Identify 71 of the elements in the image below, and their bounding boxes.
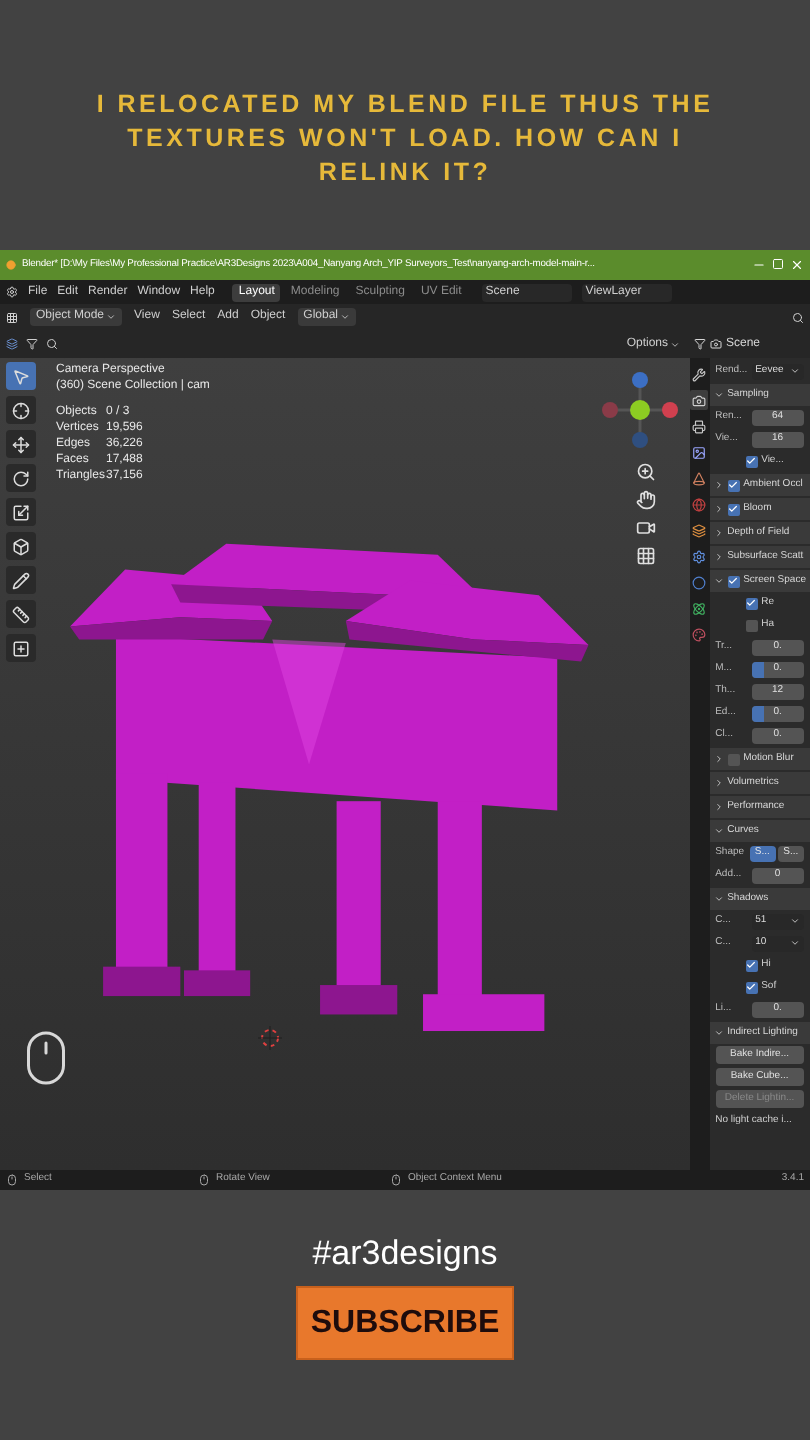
properties-tab[interactable] bbox=[690, 546, 709, 567]
filter-icon[interactable] bbox=[26, 338, 38, 351]
tool-button[interactable] bbox=[5, 396, 35, 425]
crosshair-icon bbox=[11, 401, 29, 420]
cube-icon bbox=[11, 537, 29, 556]
mouse-icon bbox=[198, 1174, 210, 1187]
mouse-icon bbox=[6, 1174, 18, 1187]
search-icon[interactable] bbox=[792, 311, 804, 324]
checkbox[interactable] bbox=[727, 503, 740, 516]
zoom-icon[interactable] bbox=[636, 462, 656, 483]
properties-tab[interactable] bbox=[690, 364, 709, 385]
checkbox[interactable] bbox=[745, 455, 758, 468]
properties-tab[interactable] bbox=[690, 520, 709, 541]
tool-button[interactable] bbox=[5, 498, 35, 527]
circle-icon bbox=[692, 575, 707, 590]
check-icon bbox=[728, 480, 739, 491]
tool-button[interactable] bbox=[5, 532, 35, 561]
filter-icon[interactable] bbox=[694, 338, 706, 351]
cursor-icon bbox=[258, 1026, 282, 1051]
palette-icon bbox=[692, 627, 707, 642]
properties-tab[interactable] bbox=[690, 598, 709, 619]
close-icon[interactable] bbox=[790, 257, 804, 272]
properties-tab[interactable] bbox=[690, 416, 709, 437]
checkbox[interactable] bbox=[745, 597, 758, 610]
ruler-icon bbox=[11, 605, 29, 624]
scale-icon bbox=[11, 503, 29, 522]
checkbox[interactable] bbox=[727, 753, 740, 766]
checkbox[interactable] bbox=[727, 479, 740, 492]
properties-tab[interactable] bbox=[690, 442, 709, 463]
tool-button[interactable] bbox=[5, 430, 35, 459]
hand-icon[interactable] bbox=[636, 490, 656, 511]
checkbox[interactable] bbox=[745, 619, 758, 632]
layers-icon bbox=[692, 523, 707, 538]
navigation-gizmo[interactable] bbox=[600, 370, 680, 451]
check-icon bbox=[746, 456, 757, 467]
pencil-icon bbox=[11, 571, 29, 590]
mouse-icon bbox=[390, 1174, 402, 1187]
properties-tab[interactable] bbox=[690, 468, 709, 489]
wrench-icon bbox=[692, 367, 707, 382]
caret-icon bbox=[670, 339, 680, 350]
globe-icon bbox=[692, 497, 707, 512]
printer-icon bbox=[692, 419, 707, 434]
check-icon bbox=[728, 504, 739, 515]
camera-icon[interactable] bbox=[636, 518, 656, 539]
hashtag: #ar3designs bbox=[312, 1234, 498, 1274]
rotate-icon bbox=[11, 469, 29, 488]
maximize-icon[interactable] bbox=[772, 258, 784, 271]
checkbox[interactable] bbox=[745, 981, 758, 994]
gear-icon bbox=[692, 549, 707, 564]
tool-button[interactable] bbox=[5, 600, 35, 629]
caret-icon bbox=[106, 312, 117, 323]
caret-icon bbox=[790, 366, 800, 377]
subscribe-button[interactable]: SUBSCRIBE bbox=[296, 1286, 514, 1360]
caret-icon bbox=[340, 312, 350, 323]
grid-icon[interactable] bbox=[636, 546, 656, 567]
pointer-icon bbox=[11, 367, 29, 386]
caption: I RELOCATED MY BLEND FILE THUS THE TEXTURES WON'T LOAD. HOW CAN I RELINK IT? bbox=[95, 88, 715, 190]
tool-button[interactable] bbox=[5, 634, 35, 663]
search-icon[interactable] bbox=[46, 338, 58, 351]
cone-icon bbox=[692, 471, 707, 486]
move-icon bbox=[11, 435, 29, 454]
atom-icon bbox=[692, 601, 707, 616]
checkbox[interactable] bbox=[727, 575, 740, 588]
square-plus-icon bbox=[11, 639, 29, 658]
tool-button[interactable] bbox=[5, 566, 35, 595]
tool-button[interactable] bbox=[5, 362, 35, 391]
image-icon bbox=[692, 445, 707, 460]
properties-tab[interactable] bbox=[690, 390, 709, 411]
tool-button[interactable] bbox=[5, 464, 35, 493]
checkbox[interactable] bbox=[745, 959, 758, 972]
camera-icon bbox=[692, 393, 707, 408]
